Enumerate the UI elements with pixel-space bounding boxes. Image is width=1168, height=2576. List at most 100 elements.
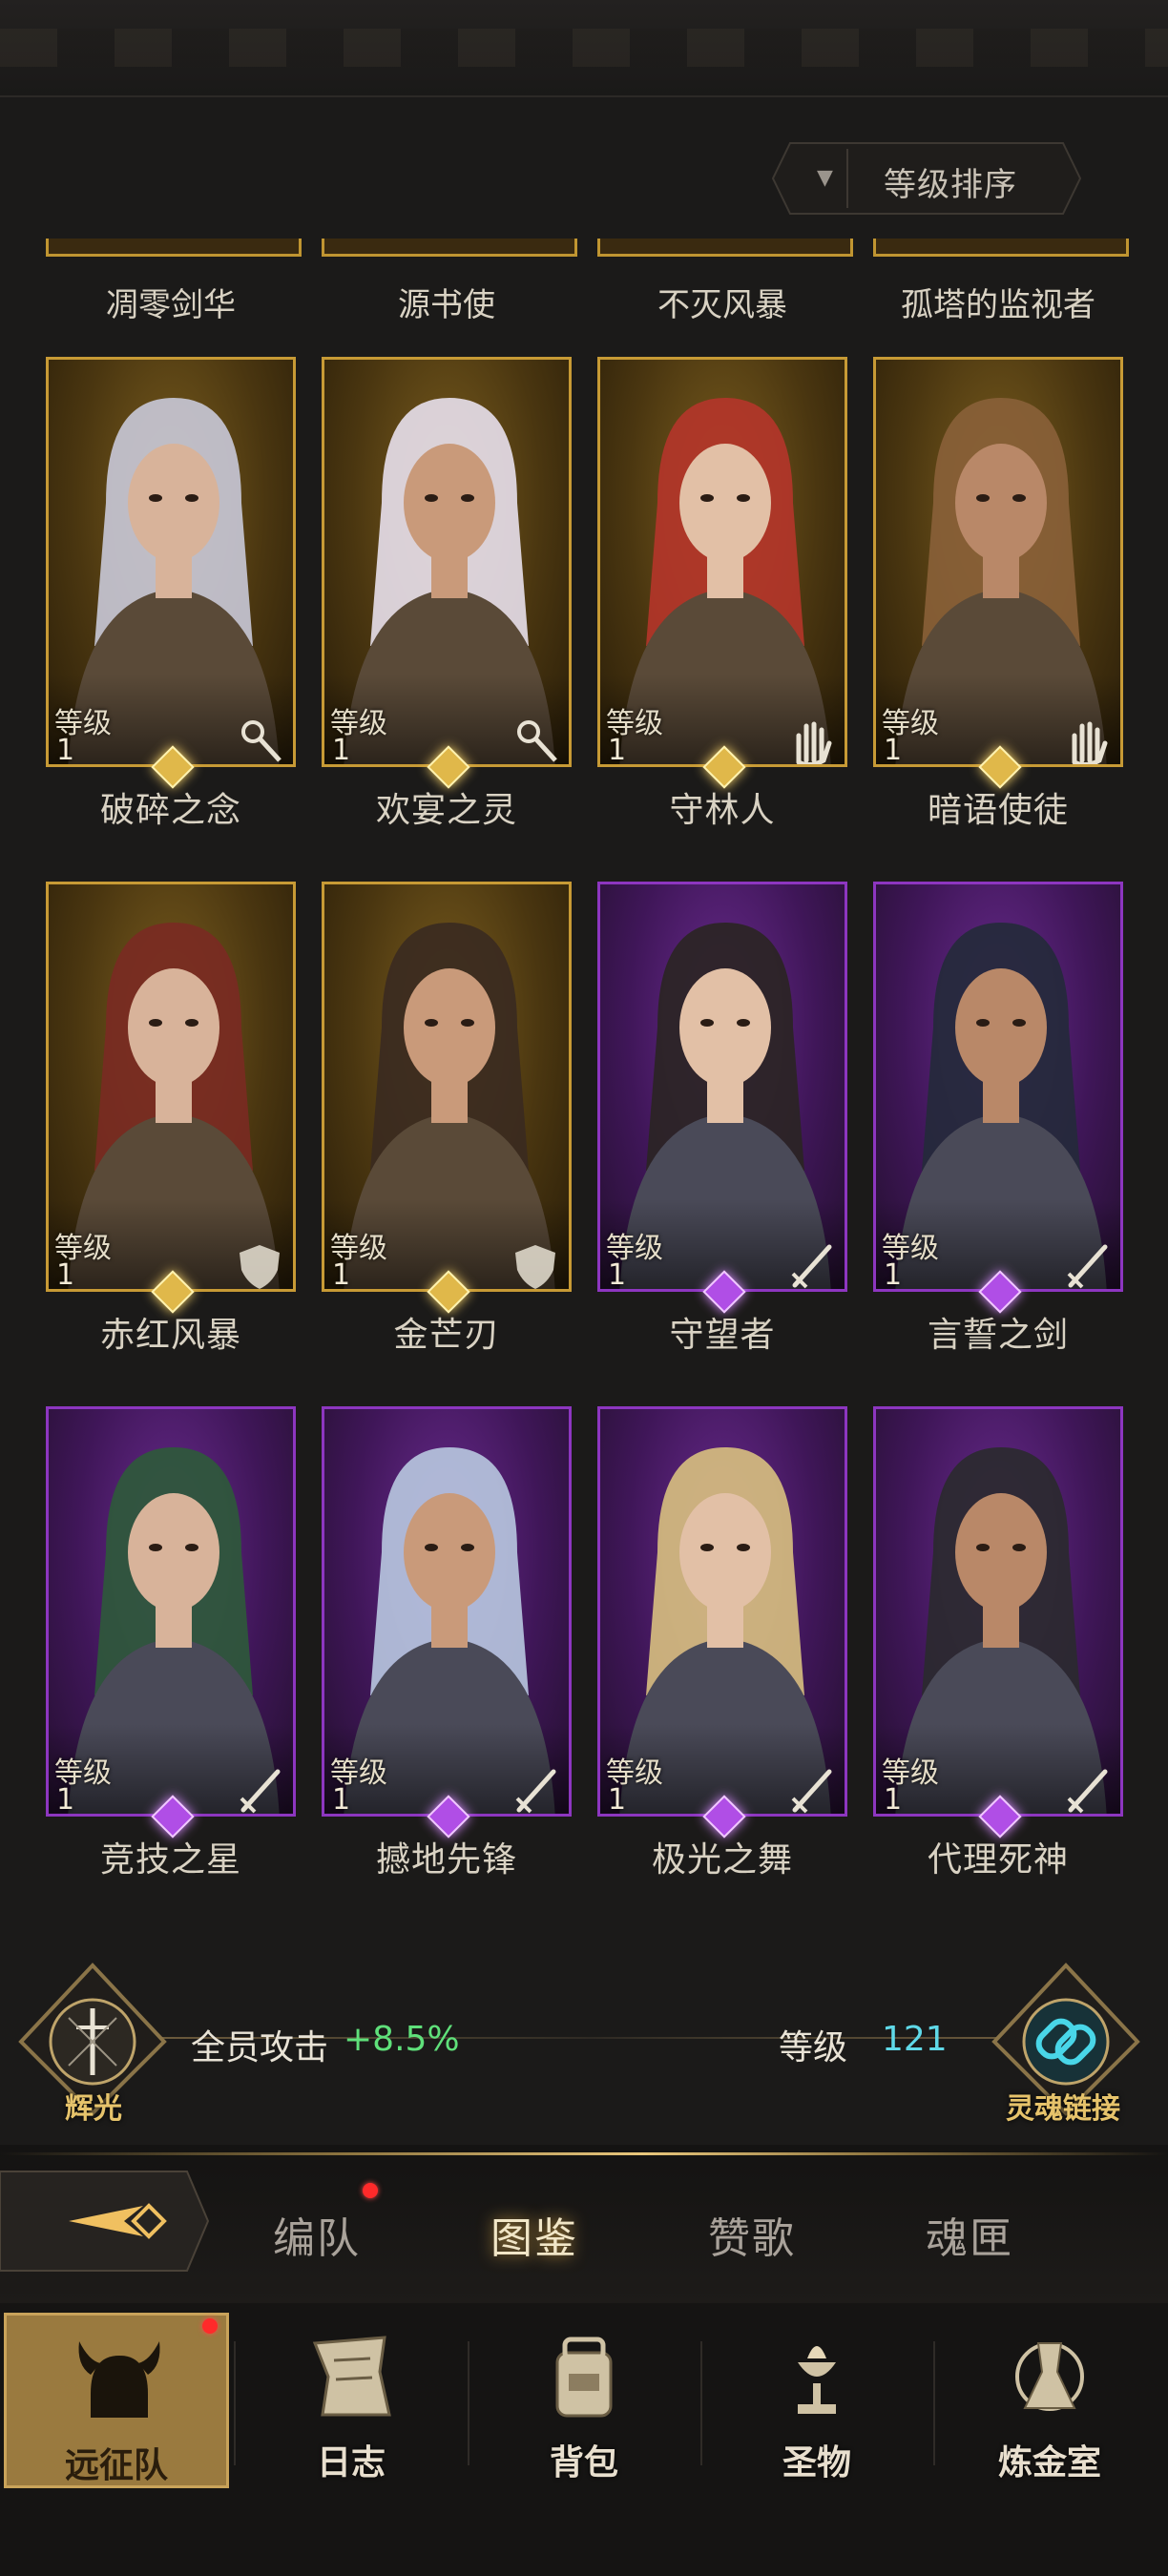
soul-link-label: 灵魂链接 [1006, 2092, 1120, 2126]
hero-name: 守林人 [669, 791, 776, 830]
hero-card[interactable]: 等级 1 代理死神 [873, 1406, 1123, 1880]
viking-helmet-icon [78, 2341, 160, 2418]
notification-badge [363, 2183, 378, 2198]
hero-portrait: 等级 1 [322, 357, 572, 767]
bottom-navigation: 远征队 日志 背包 圣物 炼金室 [0, 2303, 1168, 2576]
hero-level: 1 [608, 1783, 627, 1817]
hero-name: 金芒刃 [393, 1316, 500, 1355]
total-level-value: 121 [882, 2020, 948, 2059]
hero-portrait: 等级 1 [597, 1406, 847, 1817]
soul-link-button[interactable]: 灵魂链接 [985, 1961, 1147, 2126]
hero-card[interactable]: 等级 1 言誓之剑 [873, 882, 1123, 1355]
sword-icon [240, 1769, 281, 1814]
hero-level: 1 [56, 1783, 75, 1817]
chevron-down-icon: ▼ [817, 166, 833, 190]
hero-portrait: 等级 1 [873, 357, 1123, 767]
hero-card[interactable]: 等级 1 极光之舞 [597, 1406, 847, 1880]
sword-icon [515, 1769, 556, 1814]
hero-name: 竞技之星 [99, 1840, 241, 1880]
hero-portrait: 等级 1 [597, 882, 847, 1292]
hero-name: 赤红风暴 [99, 1316, 241, 1355]
hand-icon [1072, 721, 1108, 764]
notification-badge [202, 2318, 218, 2334]
hero-portrait: 等级 1 [322, 1406, 572, 1817]
hero-name: 极光之舞 [651, 1840, 793, 1880]
hero-card[interactable]: 等级 1 守望者 [597, 882, 847, 1355]
hero-card[interactable]: 等级 1 破碎之念 [46, 357, 296, 830]
hero-level: 1 [608, 1258, 627, 1292]
nav-relics[interactable]: 圣物 [704, 2313, 929, 2488]
tab-codex[interactable]: 图鉴 [490, 2204, 578, 2265]
hero-portrait: 等级 1 [46, 1406, 296, 1817]
hero-name: 凋零剑华 [106, 286, 236, 324]
team-attack-label: 全员攻击 [191, 2028, 329, 2067]
radiance-emblem-button[interactable]: 辉光 [11, 1961, 174, 2126]
hero-card[interactable]: 等级 1 撼地先锋 [322, 1406, 572, 1880]
hero-name: 欢宴之灵 [375, 791, 517, 830]
divider [933, 2341, 935, 2465]
divider [700, 2341, 702, 2465]
nav-journal[interactable]: 日志 [239, 2313, 464, 2488]
card-frame-edge [322, 239, 577, 257]
card-frame-edge [597, 239, 853, 257]
scroll-icon [312, 2336, 391, 2417]
card-frame-edge [873, 239, 1129, 257]
hero-card[interactable]: 等级 1 守林人 [597, 357, 847, 830]
shield-icon [515, 1245, 555, 1289]
divider [0, 2152, 1168, 2155]
staff-icon [241, 720, 282, 762]
hero-name: 守望者 [669, 1316, 776, 1355]
hero-name: 破碎之念 [99, 791, 241, 830]
nav-expedition[interactable]: 远征队 [4, 2313, 229, 2488]
hero-level: 1 [332, 1783, 351, 1817]
hero-name: 暗语使徒 [927, 791, 1069, 830]
hero-card[interactable]: 等级 1 暗语使徒 [873, 357, 1123, 830]
hand-icon [796, 721, 832, 764]
nav-label: 背包 [549, 2443, 618, 2483]
sort-by-level-button[interactable]: ▼ 等级排序 [771, 141, 1082, 216]
nav-backpack[interactable]: 背包 [471, 2313, 697, 2488]
hero-level: 1 [884, 734, 903, 767]
hero-name: 孤塔的监视者 [901, 286, 1095, 324]
hero-portrait: 等级 1 [322, 882, 572, 1292]
ornament-pattern [0, 29, 1168, 67]
nav-label: 圣物 [782, 2443, 851, 2483]
sword-icon [791, 1244, 832, 1289]
hero-name: 不灭风暴 [657, 286, 787, 324]
tab-soul-box[interactable]: 魂匣 [926, 2204, 1013, 2265]
hero-card[interactable]: 等级 1 金芒刃 [322, 882, 572, 1355]
hero-level: 1 [332, 734, 351, 767]
back-button[interactable] [0, 2170, 210, 2273]
hero-portrait: 等级 1 [46, 882, 296, 1292]
radiance-label: 辉光 [65, 2092, 122, 2126]
nav-alchemy-room[interactable]: 炼金室 [937, 2313, 1162, 2488]
hero-name: 源书使 [398, 286, 495, 324]
chalice-icon [798, 2346, 836, 2414]
hero-level: 1 [56, 734, 75, 767]
hero-level: 1 [884, 1783, 903, 1817]
tab-formation[interactable]: 编队 [273, 2204, 361, 2265]
sword-icon [1067, 1769, 1108, 1814]
hero-card[interactable]: 等级 1 竞技之星 [46, 1406, 296, 1880]
hero-name: 撼地先锋 [375, 1840, 517, 1880]
card-frame-edge [46, 239, 302, 257]
bag-icon [555, 2337, 613, 2418]
divider [234, 2341, 236, 2465]
hero-card[interactable]: 等级 1 欢宴之灵 [322, 357, 572, 830]
collection-tab-bar: 编队 图鉴 赞歌 魂匣 [0, 2145, 1168, 2303]
hero-portrait: 等级 1 [46, 357, 296, 767]
hero-card[interactable]: 等级 1 赤红风暴 [46, 882, 296, 1355]
nav-label: 远征队 [64, 2446, 168, 2485]
hero-level: 1 [56, 1258, 75, 1292]
nav-label: 日志 [316, 2443, 386, 2483]
tab-hymn[interactable]: 赞歌 [708, 2204, 796, 2265]
hero-portrait: 等级 1 [873, 1406, 1123, 1817]
status-bar: 辉光 全员攻击 +8.5% 等级 121 灵魂链接 [0, 1961, 1168, 2126]
nav-label: 炼金室 [997, 2443, 1101, 2483]
staff-icon [517, 720, 557, 762]
hero-level: 1 [608, 734, 627, 767]
divider [468, 2341, 469, 2465]
total-level-label: 等级 [779, 2028, 848, 2067]
back-arrow-icon [0, 2171, 210, 2272]
sword-icon [791, 1769, 832, 1814]
